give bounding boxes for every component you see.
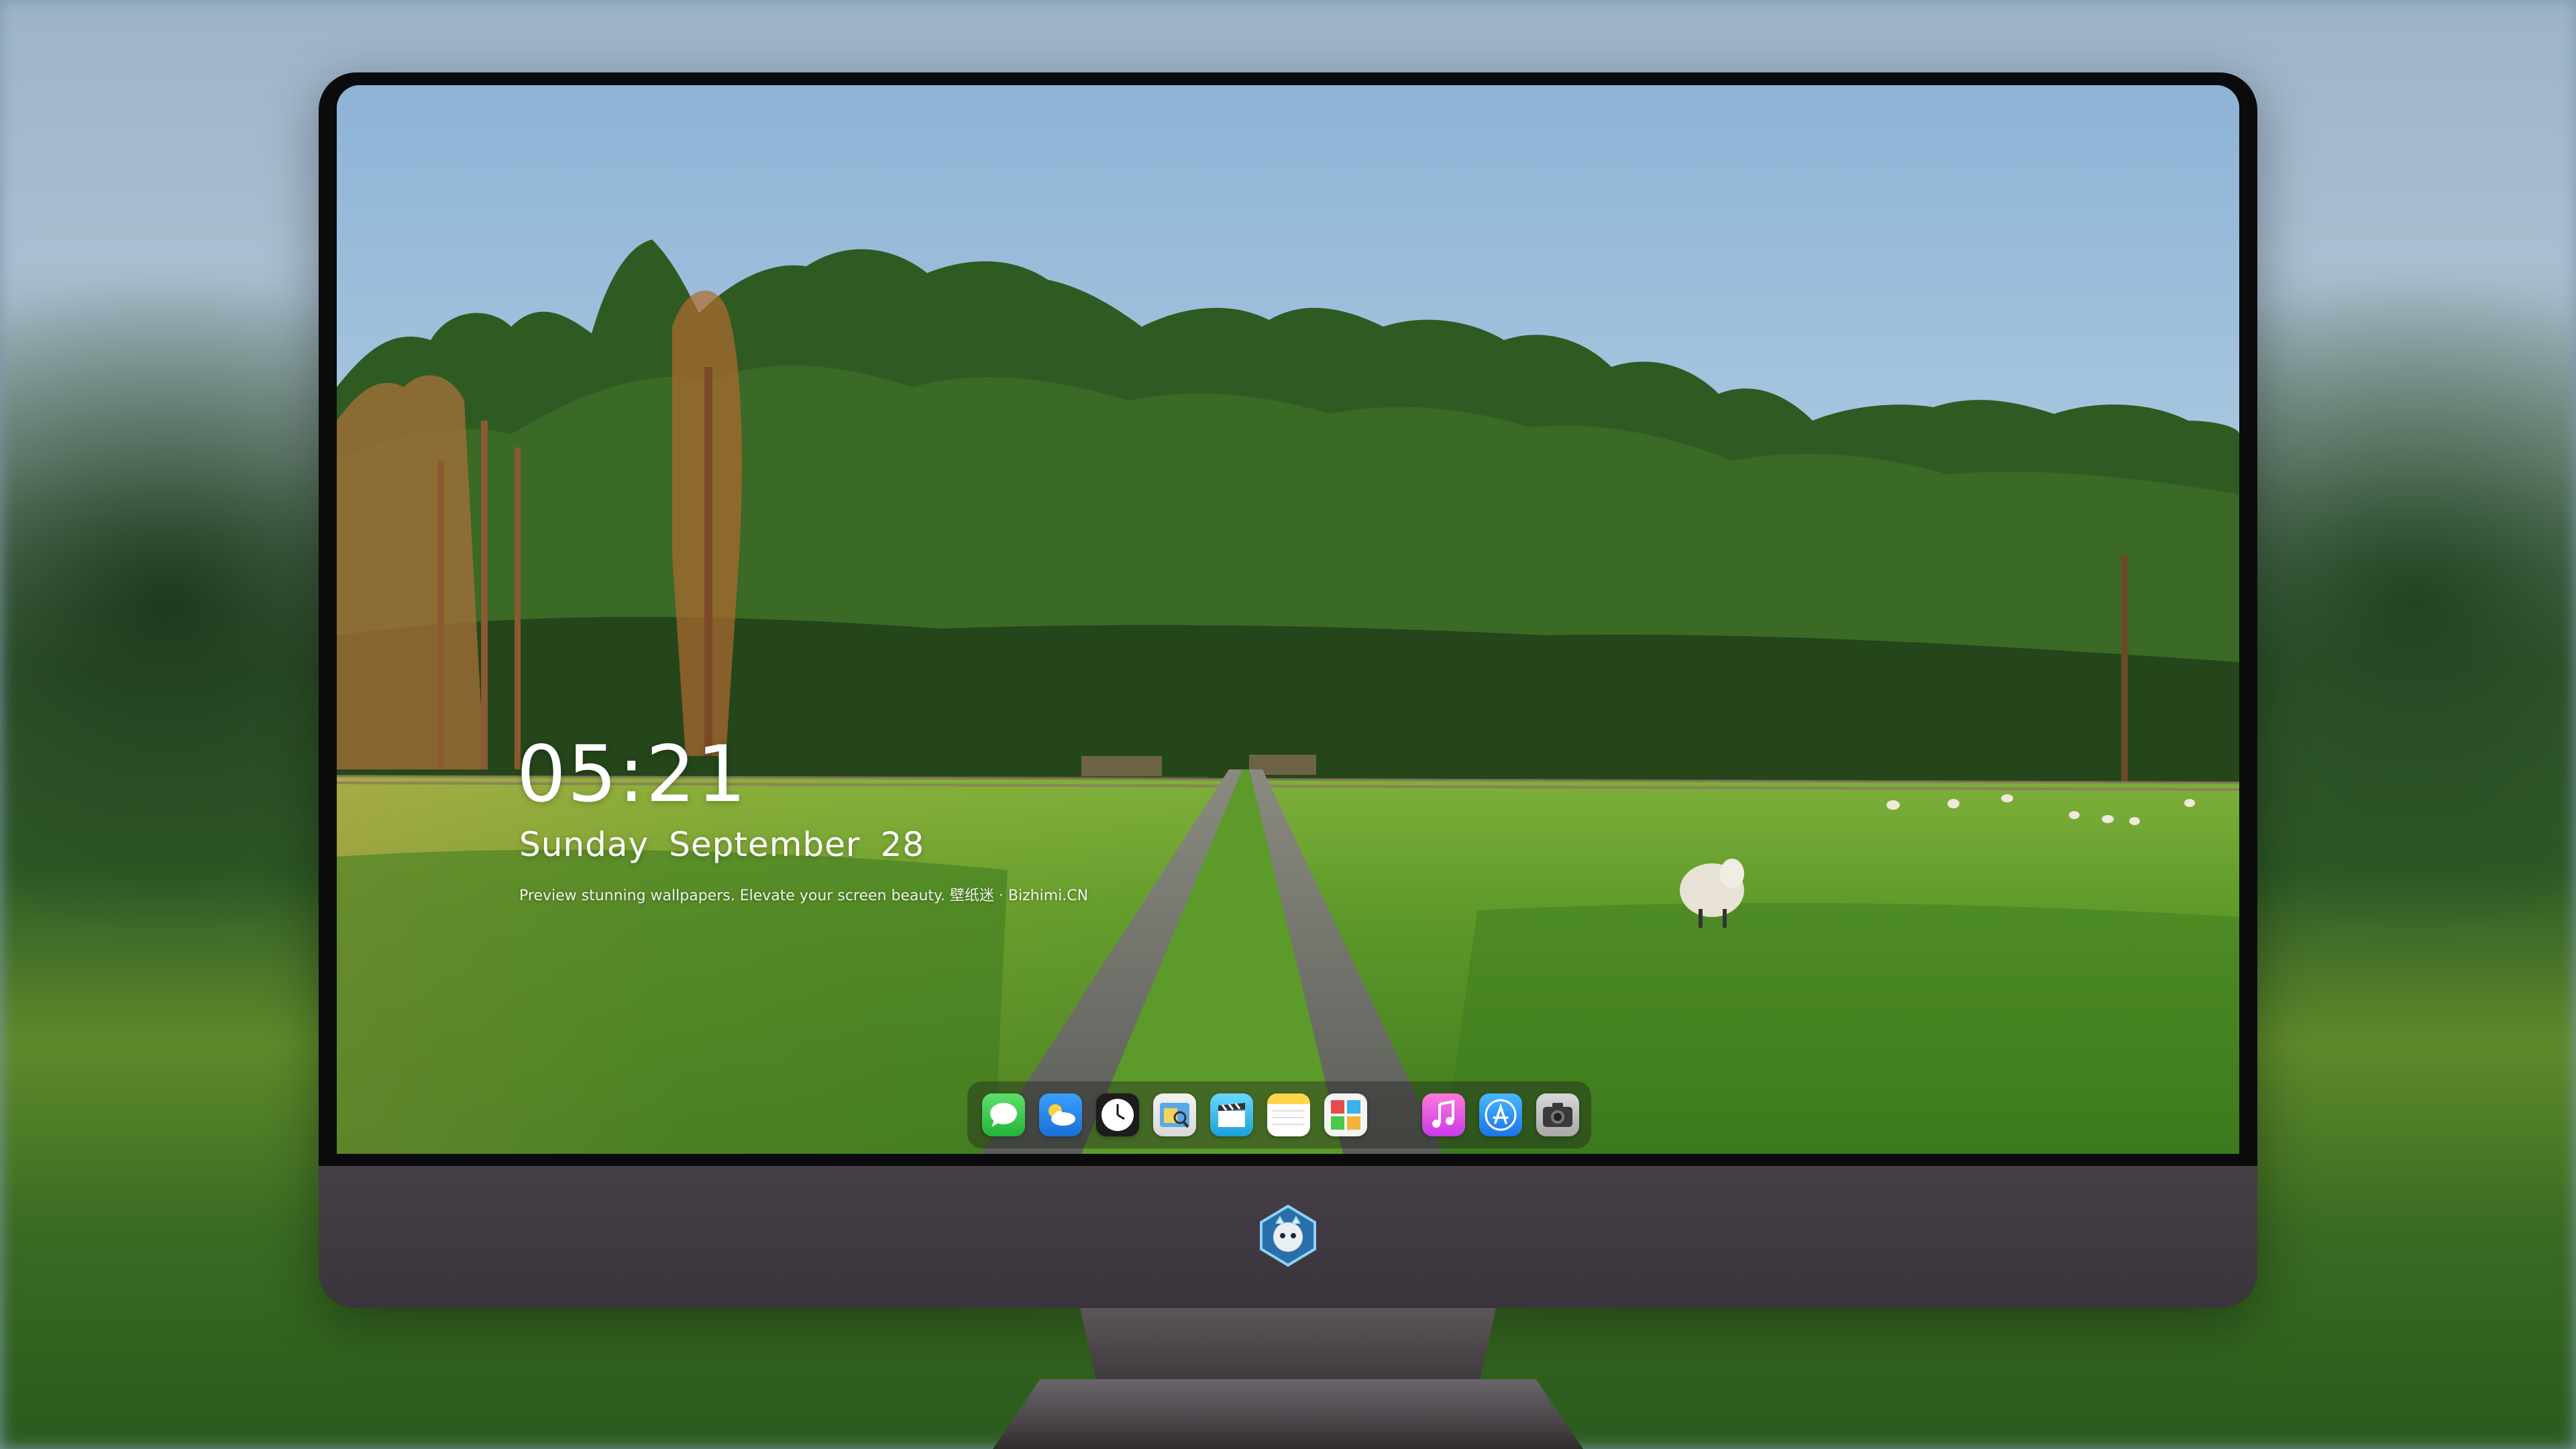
music-icon[interactable] — [1422, 1093, 1465, 1136]
preview-icon[interactable] — [1153, 1093, 1196, 1136]
date-month: September — [669, 825, 861, 864]
clapper-icon[interactable] — [1210, 1093, 1253, 1136]
mascot-logo-icon — [1260, 1204, 1316, 1267]
date-number: 28 — [880, 825, 925, 864]
monitor-screen: 05:21 Sunday September 28 Preview stunning… — [337, 85, 2239, 1154]
dock — [967, 1081, 1591, 1148]
date-day: Sunday — [519, 825, 649, 864]
notes-icon[interactable] — [1267, 1093, 1310, 1136]
app-store-icon[interactable] — [1479, 1093, 1522, 1136]
lockscreen-date: Sunday September 28 — [519, 825, 945, 864]
photo-booth-icon[interactable] — [1324, 1093, 1367, 1136]
clock-icon[interactable] — [1096, 1093, 1139, 1136]
monitor-stand-base — [993, 1379, 1583, 1449]
lockscreen-time: 05:21 — [517, 729, 748, 820]
weather-icon[interactable] — [1039, 1093, 1082, 1136]
wallpaper-landscape — [337, 85, 2239, 1154]
messages-icon[interactable] — [982, 1093, 1025, 1136]
monitor-stand-neck — [1080, 1308, 1496, 1382]
lockscreen-tagline: Preview stunning wallpapers. Elevate you… — [519, 888, 1089, 904]
camera-icon[interactable] — [1536, 1093, 1579, 1136]
